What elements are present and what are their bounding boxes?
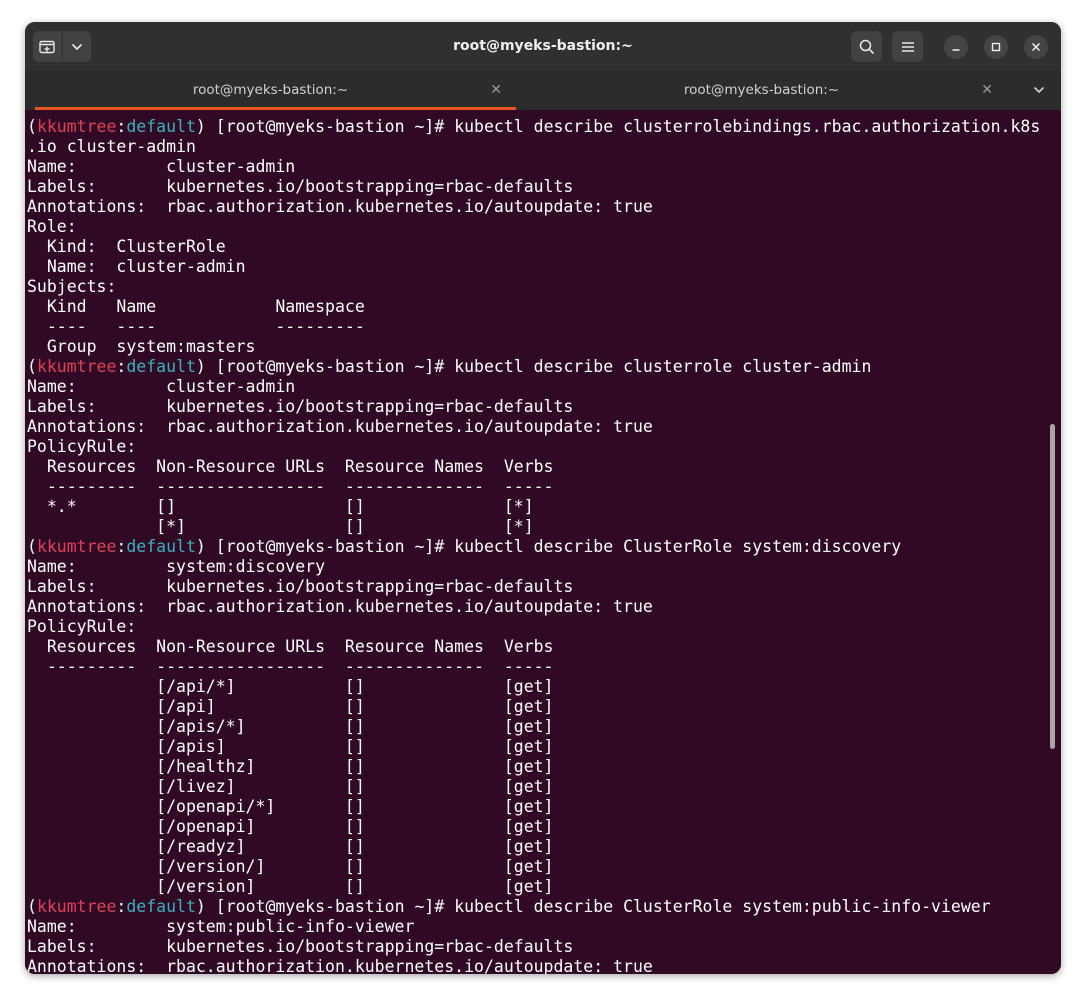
- terminal-window: root@myeks-bastion:~ root@myeks-bastion:…: [25, 22, 1061, 974]
- prompt-separator: :: [116, 357, 127, 376]
- minimize-icon: [952, 49, 960, 51]
- prompt-context: kkumtree: [36, 897, 117, 916]
- output-line: Resources Non-Resource URLs Resource Nam…: [27, 637, 554, 656]
- output-line: [/apis] [] [get]: [27, 737, 554, 756]
- prompt-namespace: default: [126, 537, 196, 556]
- output-line: [*] [] [*]: [27, 517, 534, 536]
- output-line: Name: system:discovery: [27, 557, 326, 576]
- output-line: [/openapi] [] [get]: [27, 817, 554, 836]
- output-line: PolicyRule:: [27, 617, 137, 636]
- tab-label: root@myeks-bastion:~: [192, 82, 349, 98]
- prompt-line: (kkumtree:default) [root@myeks-bastion ~…: [27, 537, 1040, 557]
- new-tab-group: [33, 31, 91, 62]
- output-line: Labels: kubernetes.io/bootstrapping=rbac…: [27, 577, 574, 596]
- prompt-paren: (: [27, 117, 37, 136]
- output-line: Labels: kubernetes.io/bootstrapping=rbac…: [27, 397, 574, 416]
- prompt-paren: (: [27, 357, 37, 376]
- output-line: [/healthz] [] [get]: [27, 757, 554, 776]
- output-line: Labels: kubernetes.io/bootstrapping=rbac…: [27, 177, 574, 196]
- command-text: kubectl describe ClusterRole system:disc…: [454, 537, 902, 556]
- output-line: [/apis/*] [] [get]: [27, 717, 554, 736]
- maximize-icon: [991, 42, 1001, 52]
- new-tab-button[interactable]: [33, 31, 62, 62]
- tab-close-icon[interactable]: ✕: [981, 70, 993, 110]
- maximize-button[interactable]: [984, 35, 1008, 59]
- output-line: [/version] [] [get]: [27, 877, 554, 896]
- terminal-output[interactable]: (kkumtree:default) [root@myeks-bastion ~…: [25, 110, 1061, 974]
- new-tab-icon: [39, 40, 55, 53]
- output-line: Name: cluster-admin: [27, 257, 246, 276]
- search-icon: [859, 39, 874, 54]
- output-line: [/api] [] [get]: [27, 697, 554, 716]
- title-bar: root@myeks-bastion:~: [25, 22, 1061, 70]
- tab-list-button[interactable]: [1027, 70, 1051, 110]
- output-line: Annotations: rbac.authorization.kubernet…: [27, 957, 653, 974]
- tab-terminal-1[interactable]: root@myeks-bastion:~ ✕: [25, 70, 516, 110]
- scrollbar[interactable]: [1050, 424, 1055, 749]
- output-line: Annotations: rbac.authorization.kubernet…: [27, 417, 653, 436]
- tab-label: root@myeks-bastion:~: [683, 82, 840, 98]
- output-line: Kind: ClusterRole: [27, 237, 226, 256]
- close-icon: [1031, 42, 1041, 52]
- prompt-line: (kkumtree:default) [root@myeks-bastion ~…: [27, 897, 1040, 917]
- search-button[interactable]: [851, 31, 882, 62]
- hamburger-menu-icon: [901, 41, 914, 52]
- command-text: kubectl describe clusterrolebindings.rba…: [454, 117, 1041, 136]
- prompt-context: kkumtree: [36, 537, 117, 556]
- prompt-separator: :: [116, 537, 127, 556]
- output-line: ---- ---- ---------: [27, 317, 365, 336]
- prompt-line: (kkumtree:default) [root@myeks-bastion ~…: [27, 357, 1040, 377]
- prompt-context: kkumtree: [36, 357, 117, 376]
- command-text: kubectl describe clusterrole cluster-adm…: [454, 357, 872, 376]
- output-line: Resources Non-Resource URLs Resource Nam…: [27, 457, 554, 476]
- prompt-host: ) [root@myeks-bastion ~]#: [195, 117, 455, 136]
- prompt-paren: (: [27, 537, 37, 556]
- prompt-line: (kkumtree:default) [root@myeks-bastion ~…: [27, 117, 1040, 137]
- prompt-separator: :: [116, 897, 127, 916]
- output-line: [/api/*] [] [get]: [27, 677, 554, 696]
- output-line: [/livez] [] [get]: [27, 777, 554, 796]
- output-line: *.* [] [] [*]: [27, 497, 534, 516]
- output-line: Annotations: rbac.authorization.kubernet…: [27, 597, 653, 616]
- output-line: Subjects:: [27, 277, 117, 296]
- output-line: Name: cluster-admin: [27, 157, 296, 176]
- close-window-button[interactable]: [1024, 35, 1048, 59]
- tab-terminal-2[interactable]: root@myeks-bastion:~ ✕: [516, 70, 1007, 110]
- prompt-namespace: default: [126, 897, 196, 916]
- prompt-host: ) [root@myeks-bastion ~]#: [195, 357, 455, 376]
- output-line: Labels: kubernetes.io/bootstrapping=rbac…: [27, 937, 574, 956]
- prompt-context: kkumtree: [36, 117, 117, 136]
- output-line: Name: cluster-admin: [27, 377, 296, 396]
- output-line: [/version/] [] [get]: [27, 857, 554, 876]
- output-line: Annotations: rbac.authorization.kubernet…: [27, 197, 653, 216]
- command-text: kubectl describe ClusterRole system:publ…: [454, 897, 991, 916]
- output-line: Kind Name Namespace: [27, 297, 365, 316]
- chevron-down-icon: [71, 43, 82, 50]
- minimize-button[interactable]: [944, 35, 968, 59]
- terminal-lines: (kkumtree:default) [root@myeks-bastion ~…: [27, 117, 1040, 974]
- prompt-paren: (: [27, 897, 37, 916]
- prompt-separator: :: [116, 117, 127, 136]
- prompt-host: ) [root@myeks-bastion ~]#: [195, 537, 455, 556]
- prompt-namespace: default: [126, 117, 196, 136]
- chevron-down-icon: [1033, 86, 1045, 94]
- prompt-namespace: default: [126, 357, 196, 376]
- tab-bar: root@myeks-bastion:~ ✕ root@myeks-bastio…: [25, 70, 1061, 110]
- prompt-host: ) [root@myeks-bastion ~]#: [195, 897, 455, 916]
- menu-button[interactable]: [892, 31, 923, 62]
- output-line: Group system:masters: [27, 337, 256, 356]
- new-tab-dropdown-button[interactable]: [61, 31, 92, 62]
- tab-close-icon[interactable]: ✕: [490, 70, 502, 110]
- output-line: Name: system:public-info-viewer: [27, 917, 415, 936]
- output-line: [/openapi/*] [] [get]: [27, 797, 554, 816]
- output-line: PolicyRule:: [27, 437, 137, 456]
- output-line: [/readyz] [] [get]: [27, 837, 554, 856]
- output-line: .io cluster-admin: [27, 137, 196, 156]
- output-line: Role:: [27, 217, 77, 236]
- output-line: --------- ----------------- ------------…: [27, 657, 554, 676]
- output-line: --------- ----------------- ------------…: [27, 477, 554, 496]
